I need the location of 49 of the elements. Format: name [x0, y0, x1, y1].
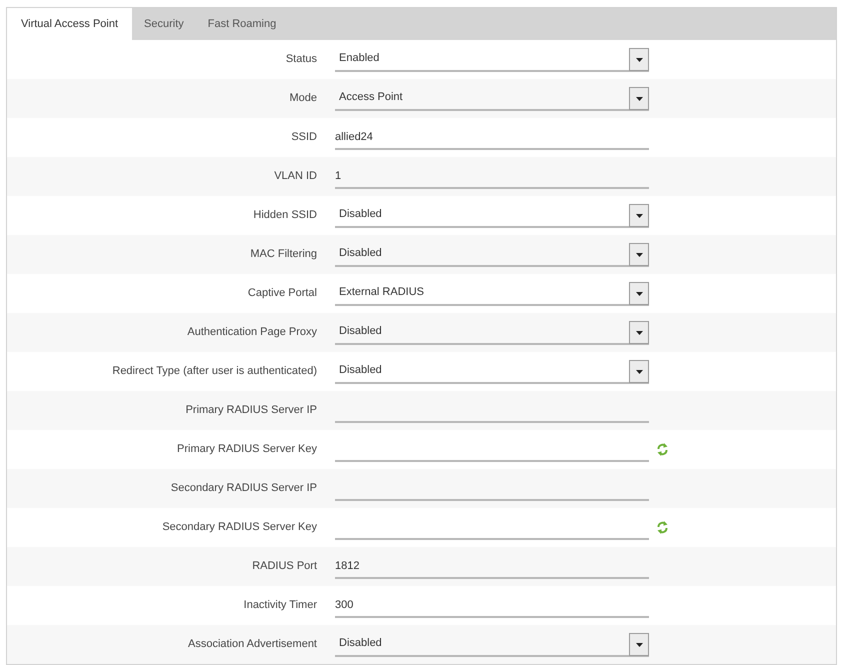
text-field[interactable]: 300: [335, 594, 649, 618]
field-label: Association Advertisement: [186, 637, 317, 652]
field-label: SSID: [290, 130, 317, 146]
dropdown-button[interactable]: [629, 204, 649, 227]
refresh-icon[interactable]: [657, 520, 668, 535]
dropdown-button[interactable]: [629, 48, 649, 71]
field-label: RADIUS Port: [251, 559, 317, 574]
text-field[interactable]: 1812: [335, 554, 649, 578]
caret-icon: [636, 330, 642, 334]
dropdown-field[interactable]: Disabled: [335, 632, 649, 656]
dropdown-field[interactable]: Access Point: [335, 86, 649, 110]
dropdown-button[interactable]: [629, 633, 649, 656]
dropdown-field[interactable]: Disabled: [335, 242, 649, 266]
field-label: Primary RADIUS Server IP: [184, 403, 317, 418]
caret-icon: [636, 252, 642, 256]
field-label: Redirect Type (after user is authenticated): [111, 364, 317, 380]
dropdown-button[interactable]: [629, 282, 649, 305]
caret-icon: [636, 214, 642, 218]
dropdown-field[interactable]: External RADIUS: [335, 282, 649, 306]
caret-icon: [636, 58, 642, 62]
field-label: VLAN ID: [273, 169, 317, 184]
dropdown-field[interactable]: Enabled: [335, 48, 649, 72]
field-label: Secondary RADIUS Server Key: [161, 520, 317, 536]
text-field[interactable]: allied24: [335, 126, 649, 150]
text-field[interactable]: 1: [335, 164, 649, 188]
tab[interactable]: Fast Roaming: [196, 8, 288, 40]
caret-icon: [636, 370, 642, 374]
dropdown-field[interactable]: Disabled: [335, 320, 649, 344]
dropdown-field[interactable]: Disabled: [335, 204, 649, 228]
dropdown-button[interactable]: [629, 321, 649, 344]
caret-icon: [636, 96, 642, 100]
caret-icon: [636, 642, 642, 646]
tab[interactable]: Security: [132, 8, 196, 40]
refresh-icon[interactable]: [657, 442, 668, 457]
field-label: MAC Filtering: [249, 247, 317, 262]
dropdown-button[interactable]: [629, 243, 649, 266]
field-label: Secondary RADIUS Server IP: [170, 481, 317, 496]
dropdown-button[interactable]: [629, 87, 649, 110]
field-label: Authentication Page Proxy: [186, 325, 317, 340]
field-label: Status: [284, 52, 317, 68]
dropdown-button[interactable]: [629, 360, 649, 383]
caret-icon: [636, 292, 642, 296]
field-label: Primary RADIUS Server Key: [176, 442, 317, 458]
field-label: Inactivity Timer: [242, 598, 317, 614]
field-label: Captive Portal: [246, 286, 317, 302]
dropdown-field[interactable]: Disabled: [335, 360, 649, 384]
field-label: Hidden SSID: [252, 208, 317, 224]
field-label: Mode: [288, 91, 317, 106]
tab[interactable]: Virtual Access Point: [7, 8, 132, 40]
